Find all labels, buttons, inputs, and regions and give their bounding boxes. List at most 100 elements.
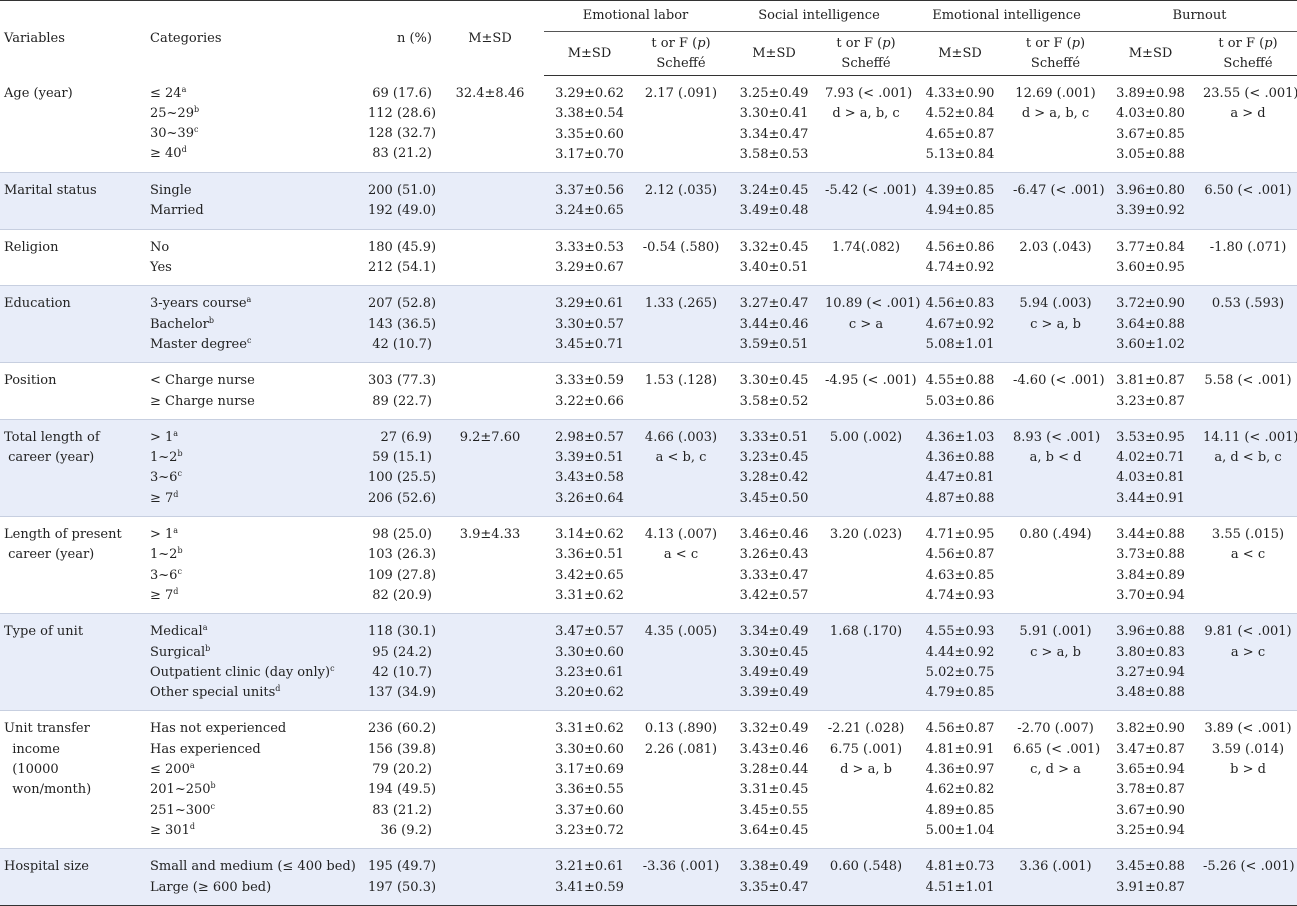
burnout-msd-cell-line: 3.67±0.85 [1116, 126, 1185, 142]
emotional-intelligence-test-cell-line: -6.47 (< .001) [1013, 183, 1105, 199]
category-cell-line: > 1a [150, 428, 179, 445]
n-cell: 180 (45.9) 212 (54.1) [364, 229, 437, 287]
social-intelligence-test-cell-line: 7.93 (< .001) [825, 86, 913, 101]
category-cell-line: Medicala [150, 623, 208, 640]
emotional-labor-test-cell-line: -0.54 (.580) [642, 239, 720, 255]
emotional-labor-test-cell: 4.13 (.007) a < c [635, 516, 728, 615]
social-intelligence-msd-cell-line: 3.64±0.45 [739, 822, 809, 838]
emotional-intelligence-test-cell-line: c, d > a [1030, 762, 1081, 778]
social-intelligence-test-cell-line: c > a [848, 316, 884, 332]
burnout-msd-cell-line: 3.25±0.94 [1116, 822, 1185, 838]
category-cell-line: Yes [150, 260, 172, 276]
emotional-labor-msd-cell-line: 3.30±0.60 [555, 644, 624, 660]
category-cell: > 1a 1~2b 3~6c ≥ 7d [146, 419, 364, 518]
category-cell: Has not experienced Has experienced ≤ 200a… [146, 710, 364, 850]
variable-cell-line: won/month) [4, 782, 92, 798]
emotional-labor-test-cell-line: 2.12 (.035) [644, 183, 718, 199]
social-intelligence-msd-cell-line: 3.45±0.50 [739, 490, 809, 506]
n-cell-line: 128 (32.7) [368, 126, 437, 142]
social-intelligence-msd-cell-line: 3.30±0.41 [739, 106, 809, 122]
emotional-labor-msd-cell: 2.98±0.57 3.39±0.51 3.43±0.58 3.26±0.64 [544, 419, 635, 518]
emotional-labor-msd-cell-line: 3.30±0.60 [555, 741, 624, 757]
msd-cell [436, 848, 544, 906]
social-intelligence-msd-cell: 3.24±0.45 3.49±0.48 [727, 172, 822, 230]
social-intelligence-test-cell-line: -2.21 (.028) [827, 721, 905, 737]
category-cell-line: Large (≥ 600 bed) [150, 879, 272, 895]
burnout-msd-cell: 3.81±0.87 3.23±0.87 [1102, 362, 1200, 420]
variable-cell-line: income [4, 741, 60, 757]
emotional-intelligence-msd-cell-line: 4.74±0.92 [925, 260, 995, 276]
n-cell-line: 303 (77.3) [368, 373, 437, 389]
emotional-labor-msd-cell-line: 3.35±0.60 [555, 126, 624, 142]
emotional-labor-msd-cell-line: 3.17±0.69 [555, 762, 624, 778]
category-cell-line: Married [150, 203, 204, 219]
emotional-intelligence-test-cell-line: a, b < d [1029, 450, 1082, 466]
n-cell-line: 206 (52.6) [368, 490, 437, 506]
category-cell: Medicala Surgicalb Outpatient clinic (day … [146, 613, 364, 712]
category-cell-line: Other special unitsd [150, 684, 281, 701]
emotional-intelligence-test-cell-line: 8.93 (< .001) [1013, 429, 1101, 445]
burnout-msd-cell-line: 4.03±0.81 [1116, 470, 1185, 486]
social-intelligence-msd-cell-line: 3.34±0.47 [739, 126, 809, 142]
social-intelligence-msd-cell-line: 3.38±0.49 [739, 859, 809, 875]
category-cell-line: 30~39c [150, 125, 199, 142]
category-cell-line: ≥ 301d [150, 821, 195, 838]
burnout-test-cell: -1.80 (.071) [1199, 229, 1297, 287]
subheader-el-msd: M±SD [544, 31, 635, 76]
n-cell-line: 95 (24.2) [372, 644, 432, 660]
emotional-labor-msd-cell-line: 3.31±0.62 [555, 721, 624, 737]
burnout-msd-cell: 3.96±0.88 3.80±0.83 3.27±0.94 3.48±0.88 [1102, 613, 1200, 712]
emotional-labor-test-cell: 4.66 (.003) a < b, c [635, 419, 728, 518]
subheader-bo-msd: M±SD [1102, 31, 1200, 76]
n-cell-line: 194 (49.5) [368, 782, 437, 798]
emotional-intelligence-msd-cell-line: 4.36±1.03 [925, 429, 995, 445]
burnout-msd-cell-line: 3.48±0.88 [1116, 685, 1185, 701]
social-intelligence-msd-cell-line: 3.39±0.49 [739, 685, 809, 701]
n-cell: 98 (25.0) 103 (26.3) 109 (27.8) 82 (20.9) [364, 516, 436, 615]
n-cell-line: 180 (45.9) [368, 239, 437, 255]
emotional-labor-msd-cell-line: 3.22±0.66 [555, 393, 624, 409]
burnout-msd-cell-line: 3.27±0.94 [1116, 664, 1185, 680]
burnout-test-cell: -5.26 (< .001) [1199, 848, 1297, 906]
burnout-msd-cell-line: 3.89±0.98 [1116, 86, 1185, 101]
n-cell-line: 212 (54.1) [368, 260, 437, 276]
social-intelligence-test-cell: 7.93 (< .001) d > a, b, c [821, 75, 913, 174]
emotional-intelligence-msd-cell-line: 5.02±0.75 [925, 664, 995, 680]
social-intelligence-test-cell: 0.60 (.548) [821, 848, 912, 906]
social-intelligence-msd-cell-line: 3.49±0.49 [739, 664, 809, 680]
emotional-labor-test-cell-line: a < b, c [655, 450, 707, 466]
variable-cell-line: Position [4, 373, 57, 389]
emotional-intelligence-test-cell-line: 12.69 (.001) [1015, 86, 1096, 101]
burnout-msd-cell: 3.96±0.80 3.39±0.92 [1102, 172, 1200, 230]
emotional-labor-msd-cell: 3.37±0.56 3.24±0.65 [544, 172, 635, 230]
burnout-msd-cell-line: 3.70±0.94 [1116, 587, 1185, 603]
emotional-labor-msd-cell-line: 3.43±0.58 [555, 470, 624, 486]
table-row: Age (year) ≤ 24a 25~29b 30~39c ≥ 40d 69 (17.6… [0, 75, 1297, 174]
msd-cell [436, 362, 544, 420]
category-cell-line: 1~2b [150, 449, 183, 466]
category-cell-line: 3-years coursea [150, 295, 252, 312]
category-cell-line: Small and medium (≤ 400 bed) [150, 859, 356, 875]
social-intelligence-test-cell: 10.89 (< .001) c > a [821, 285, 921, 364]
burnout-msd-cell-line: 3.60±0.95 [1116, 260, 1185, 276]
n-cell-line: 156 (39.8) [368, 741, 437, 757]
social-intelligence-test-cell-line: 10.89 (< .001) [825, 296, 921, 312]
social-intelligence-msd-cell-line: 3.28±0.42 [739, 470, 809, 486]
burnout-msd-cell-line: 3.72±0.90 [1116, 296, 1185, 312]
social-intelligence-msd-cell-line: 3.26±0.43 [739, 547, 809, 563]
burnout-msd-cell: 3.45±0.88 3.91±0.87 [1102, 848, 1200, 906]
social-intelligence-test-cell-line: 0.60 (.548) [829, 859, 903, 875]
emotional-intelligence-test-cell-line: 3.36 (.001) [1019, 859, 1092, 875]
emotional-labor-test-cell-line: -3.36 (.001) [642, 859, 720, 875]
subheader-si-msd: M±SD [727, 31, 822, 76]
burnout-test-cell-line: 5.58 (< .001) [1204, 373, 1292, 389]
emotional-labor-msd-cell-line: 3.33±0.53 [555, 239, 624, 255]
variable-cell: Length of present career (year) [0, 516, 146, 615]
burnout-msd-cell-line: 3.78±0.87 [1116, 782, 1185, 798]
burnout-msd-cell-line: 4.03±0.80 [1116, 106, 1185, 122]
emotional-intelligence-msd-cell-line: 4.55±0.93 [925, 624, 995, 640]
header-emotional-labor: Emotional labor [544, 0, 728, 32]
emotional-labor-msd-cell: 3.31±0.62 3.30±0.60 3.17±0.69 3.36±0.55 3.37… [544, 710, 635, 850]
emotional-labor-test-cell: -0.54 (.580) [635, 229, 728, 287]
social-intelligence-test-cell: 5.00 (.002) [821, 419, 912, 518]
